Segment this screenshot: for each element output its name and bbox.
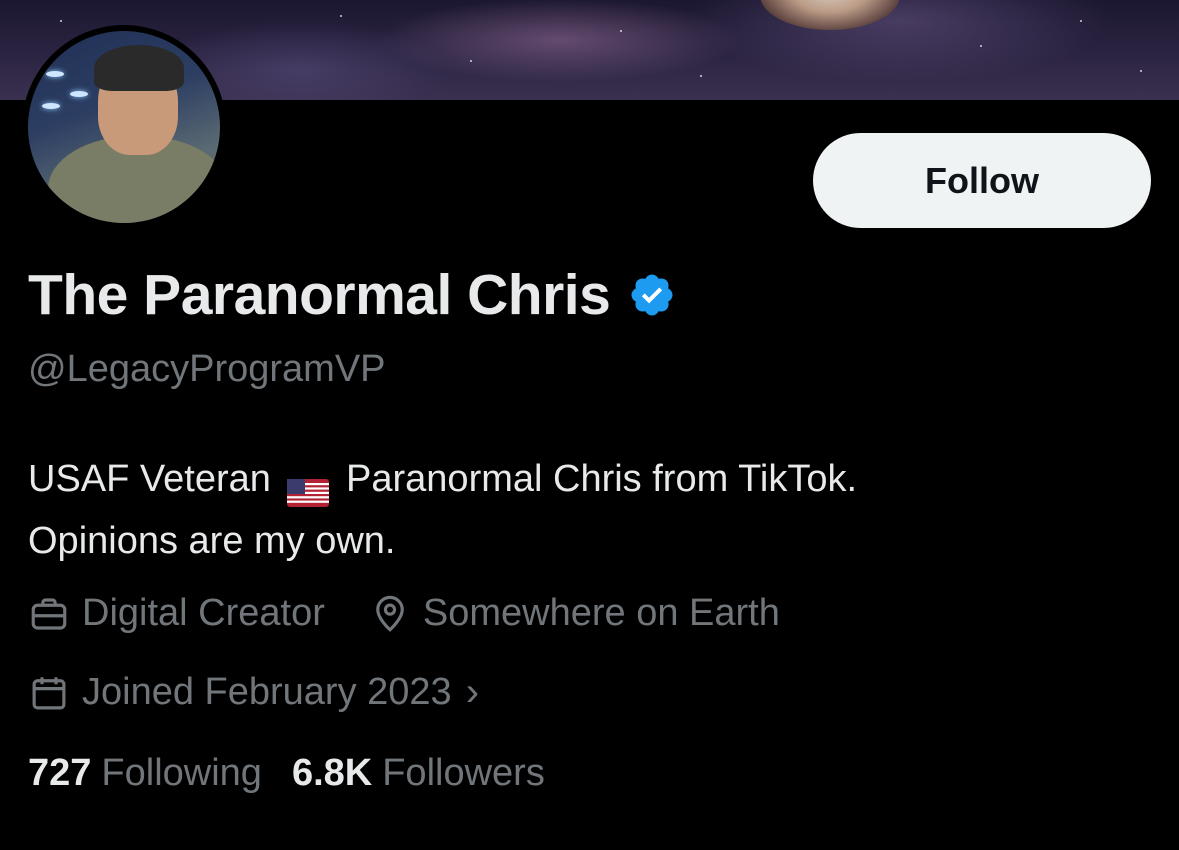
avatar[interactable] bbox=[22, 25, 226, 229]
banner-star bbox=[60, 20, 62, 22]
banner-star bbox=[980, 45, 982, 47]
followers-label: Followers bbox=[382, 752, 545, 794]
category-text: Digital Creator bbox=[82, 592, 325, 634]
profile-category: Digital Creator bbox=[28, 592, 325, 635]
joined-text: Joined February 2023 bbox=[82, 671, 452, 713]
ufo-icon bbox=[46, 71, 64, 77]
profile-handle: @LegacyProgramVP bbox=[28, 348, 386, 390]
profile-stats: 727 Following 6.8K Followers bbox=[28, 752, 575, 795]
following-stat[interactable]: 727 Following bbox=[28, 752, 262, 795]
bio-text: Opinions are my own. bbox=[28, 520, 396, 562]
follow-button[interactable]: Follow bbox=[813, 133, 1151, 228]
location-text: Somewhere on Earth bbox=[422, 592, 780, 634]
avatar-photo bbox=[28, 31, 220, 223]
banner-star bbox=[470, 60, 472, 62]
profile-name-row: The Paranormal Chris bbox=[28, 262, 676, 328]
display-name: The Paranormal Chris bbox=[28, 263, 611, 327]
banner-star bbox=[1140, 70, 1142, 72]
profile-joined-row[interactable]: Joined February 2023 › bbox=[28, 670, 523, 715]
following-label: Following bbox=[101, 752, 262, 794]
profile-location: Somewhere on Earth bbox=[369, 592, 780, 635]
ufo-icon bbox=[42, 103, 60, 109]
banner-star bbox=[700, 75, 702, 77]
location-pin-icon bbox=[369, 593, 411, 635]
followers-count: 6.8K bbox=[291, 752, 373, 794]
followers-stat[interactable]: 6.8K Followers bbox=[292, 752, 545, 795]
ufo-icon bbox=[70, 91, 88, 97]
banner-planet bbox=[760, 0, 900, 30]
profile-bio: USAF Veteran Paranormal Chris from TikTo… bbox=[28, 448, 1148, 572]
avatar-beanie bbox=[94, 45, 184, 91]
banner-star bbox=[340, 15, 342, 17]
calendar-icon bbox=[28, 672, 70, 714]
briefcase-icon bbox=[28, 593, 70, 635]
profile-meta-row: Digital Creator Somewhere on Earth bbox=[28, 592, 824, 635]
us-flag-icon bbox=[287, 464, 330, 507]
joined-date[interactable]: Joined February 2023 › bbox=[28, 670, 479, 715]
verified-badge-icon[interactable] bbox=[628, 271, 676, 319]
banner-star bbox=[1080, 20, 1082, 22]
bio-text: Paranormal Chris from TikTok. bbox=[346, 458, 858, 500]
following-count: 727 bbox=[28, 752, 92, 794]
chevron-right-icon: › bbox=[465, 670, 480, 714]
banner-star bbox=[620, 30, 622, 32]
bio-text: USAF Veteran bbox=[28, 458, 271, 500]
